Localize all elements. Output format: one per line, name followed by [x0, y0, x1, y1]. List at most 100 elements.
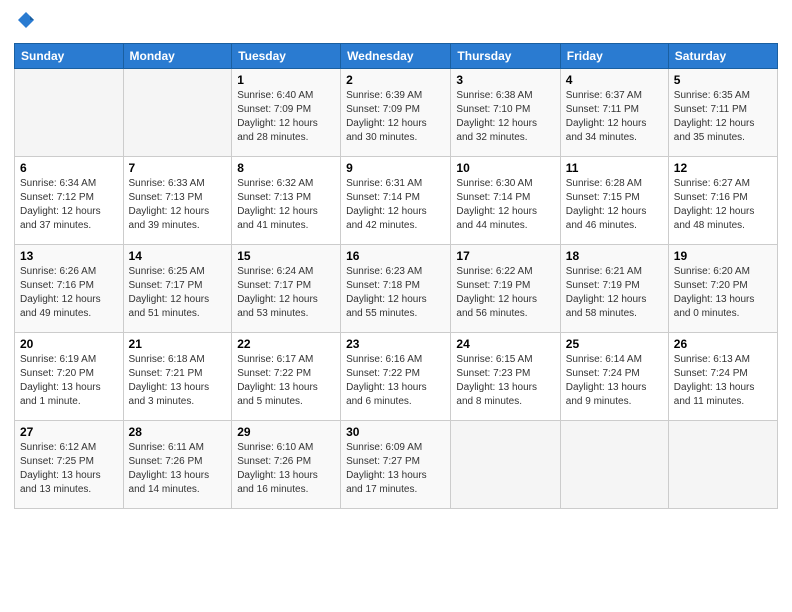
- day-header-thursday: Thursday: [451, 43, 560, 68]
- day-info: Sunrise: 6:23 AM Sunset: 7:18 PM Dayligh…: [346, 265, 445, 321]
- day-info: Sunrise: 6:13 AM Sunset: 7:24 PM Dayligh…: [674, 353, 772, 409]
- day-info: Sunrise: 6:17 AM Sunset: 7:22 PM Dayligh…: [237, 353, 335, 409]
- calendar-cell: 13Sunrise: 6:26 AM Sunset: 7:16 PM Dayli…: [15, 244, 124, 332]
- day-number: 14: [129, 249, 227, 263]
- day-info: Sunrise: 6:32 AM Sunset: 7:13 PM Dayligh…: [237, 177, 335, 233]
- calendar-cell: 8 Sunrise: 6:32 AM Sunset: 7:13 PM Daylig…: [232, 156, 341, 244]
- day-info: Sunrise: 6:12 AM Sunset: 7:25 PM Dayligh…: [20, 441, 118, 497]
- day-number: 1: [237, 73, 335, 87]
- day-info: Sunrise: 6:40 AM Sunset: 7:09 PM Dayligh…: [237, 89, 335, 145]
- day-number: 15: [237, 249, 335, 263]
- main-container: SundayMondayTuesdayWednesdayThursdayFrid…: [0, 0, 792, 517]
- calendar-cell: 26 Sunrise: 6:13 AM Sunset: 7:24 PM Dayli…: [668, 332, 777, 420]
- calendar-cell: 12Sunrise: 6:27 AM Sunset: 7:16 PM Dayli…: [668, 156, 777, 244]
- day-number: 5: [674, 73, 772, 87]
- day-info: Sunrise: 6:31 AM Sunset: 7:14 PM Dayligh…: [346, 177, 445, 233]
- logo: [14, 10, 36, 35]
- day-info: Sunrise: 6:25 AM Sunset: 7:17 PM Dayligh…: [129, 265, 227, 321]
- day-number: 28: [129, 425, 227, 439]
- day-header-monday: Monday: [123, 43, 232, 68]
- day-header-wednesday: Wednesday: [341, 43, 451, 68]
- day-info: Sunrise: 6:09 AM Sunset: 7:27 PM Dayligh…: [346, 441, 445, 497]
- calendar-week-3: 13Sunrise: 6:26 AM Sunset: 7:16 PM Dayli…: [15, 244, 778, 332]
- day-number: 8: [237, 161, 335, 175]
- day-info: Sunrise: 6:30 AM Sunset: 7:14 PM Dayligh…: [456, 177, 554, 233]
- day-info: Sunrise: 6:28 AM Sunset: 7:15 PM Dayligh…: [566, 177, 663, 233]
- day-number: 23: [346, 337, 445, 351]
- calendar-cell: 16 Sunrise: 6:23 AM Sunset: 7:18 PM Dayli…: [341, 244, 451, 332]
- day-number: 18: [566, 249, 663, 263]
- calendar-cell: 5 Sunrise: 6:35 AM Sunset: 7:11 PM Daylig…: [668, 68, 777, 156]
- calendar-body: 1 Sunrise: 6:40 AM Sunset: 7:09 PM Daylig…: [15, 68, 778, 508]
- day-number: 27: [20, 425, 118, 439]
- day-header-tuesday: Tuesday: [232, 43, 341, 68]
- calendar-cell: 4 Sunrise: 6:37 AM Sunset: 7:11 PM Daylig…: [560, 68, 668, 156]
- day-number: 16: [346, 249, 445, 263]
- calendar-table: SundayMondayTuesdayWednesdayThursdayFrid…: [14, 43, 778, 509]
- day-info: Sunrise: 6:35 AM Sunset: 7:11 PM Dayligh…: [674, 89, 772, 145]
- day-info: Sunrise: 6:11 AM Sunset: 7:26 PM Dayligh…: [129, 441, 227, 497]
- calendar-cell: 11 Sunrise: 6:28 AM Sunset: 7:15 PM Dayli…: [560, 156, 668, 244]
- calendar-cell: 29 Sunrise: 6:10 AM Sunset: 7:26 PM Dayli…: [232, 420, 341, 508]
- calendar-cell: [451, 420, 560, 508]
- day-info: Sunrise: 6:14 AM Sunset: 7:24 PM Dayligh…: [566, 353, 663, 409]
- day-number: 2: [346, 73, 445, 87]
- calendar-header: SundayMondayTuesdayWednesdayThursdayFrid…: [15, 43, 778, 68]
- logo-icon: [16, 10, 36, 30]
- calendar-week-2: 6 Sunrise: 6:34 AM Sunset: 7:12 PM Daylig…: [15, 156, 778, 244]
- day-info: Sunrise: 6:37 AM Sunset: 7:11 PM Dayligh…: [566, 89, 663, 145]
- day-number: 11: [566, 161, 663, 175]
- calendar-cell: 22 Sunrise: 6:17 AM Sunset: 7:22 PM Dayli…: [232, 332, 341, 420]
- day-number: 6: [20, 161, 118, 175]
- day-info: Sunrise: 6:38 AM Sunset: 7:10 PM Dayligh…: [456, 89, 554, 145]
- day-number: 24: [456, 337, 554, 351]
- day-header-sunday: Sunday: [15, 43, 124, 68]
- day-info: Sunrise: 6:39 AM Sunset: 7:09 PM Dayligh…: [346, 89, 445, 145]
- calendar-cell: 9 Sunrise: 6:31 AM Sunset: 7:14 PM Daylig…: [341, 156, 451, 244]
- days-header-row: SundayMondayTuesdayWednesdayThursdayFrid…: [15, 43, 778, 68]
- day-info: Sunrise: 6:24 AM Sunset: 7:17 PM Dayligh…: [237, 265, 335, 321]
- calendar-cell: 24Sunrise: 6:15 AM Sunset: 7:23 PM Dayli…: [451, 332, 560, 420]
- calendar-cell: 6 Sunrise: 6:34 AM Sunset: 7:12 PM Daylig…: [15, 156, 124, 244]
- calendar-cell: 17Sunrise: 6:22 AM Sunset: 7:19 PM Dayli…: [451, 244, 560, 332]
- day-number: 25: [566, 337, 663, 351]
- day-info: Sunrise: 6:18 AM Sunset: 7:21 PM Dayligh…: [129, 353, 227, 409]
- calendar-cell: 28 Sunrise: 6:11 AM Sunset: 7:26 PM Dayli…: [123, 420, 232, 508]
- calendar-cell: 10Sunrise: 6:30 AM Sunset: 7:14 PM Dayli…: [451, 156, 560, 244]
- calendar-cell: 21 Sunrise: 6:18 AM Sunset: 7:21 PM Dayli…: [123, 332, 232, 420]
- day-info: Sunrise: 6:26 AM Sunset: 7:16 PM Dayligh…: [20, 265, 118, 321]
- day-number: 21: [129, 337, 227, 351]
- calendar-cell: 25 Sunrise: 6:14 AM Sunset: 7:24 PM Dayli…: [560, 332, 668, 420]
- calendar-cell: 27 Sunrise: 6:12 AM Sunset: 7:25 PM Dayli…: [15, 420, 124, 508]
- day-number: 3: [456, 73, 554, 87]
- header: [14, 10, 778, 35]
- calendar-cell: 3 Sunrise: 6:38 AM Sunset: 7:10 PM Daylig…: [451, 68, 560, 156]
- day-header-friday: Friday: [560, 43, 668, 68]
- calendar-cell: 15 Sunrise: 6:24 AM Sunset: 7:17 PM Dayli…: [232, 244, 341, 332]
- calendar-cell: 18Sunrise: 6:21 AM Sunset: 7:19 PM Dayli…: [560, 244, 668, 332]
- day-info: Sunrise: 6:10 AM Sunset: 7:26 PM Dayligh…: [237, 441, 335, 497]
- day-number: 4: [566, 73, 663, 87]
- day-number: 9: [346, 161, 445, 175]
- day-number: 17: [456, 249, 554, 263]
- calendar-cell: 30 Sunrise: 6:09 AM Sunset: 7:27 PM Dayli…: [341, 420, 451, 508]
- day-info: Sunrise: 6:33 AM Sunset: 7:13 PM Dayligh…: [129, 177, 227, 233]
- day-info: Sunrise: 6:19 AM Sunset: 7:20 PM Dayligh…: [20, 353, 118, 409]
- day-number: 7: [129, 161, 227, 175]
- day-number: 26: [674, 337, 772, 351]
- calendar-cell: [668, 420, 777, 508]
- calendar-cell: 20Sunrise: 6:19 AM Sunset: 7:20 PM Dayli…: [15, 332, 124, 420]
- calendar-week-5: 27 Sunrise: 6:12 AM Sunset: 7:25 PM Dayli…: [15, 420, 778, 508]
- logo-text: [14, 10, 36, 35]
- day-number: 29: [237, 425, 335, 439]
- day-number: 30: [346, 425, 445, 439]
- calendar-week-1: 1 Sunrise: 6:40 AM Sunset: 7:09 PM Daylig…: [15, 68, 778, 156]
- day-info: Sunrise: 6:34 AM Sunset: 7:12 PM Dayligh…: [20, 177, 118, 233]
- day-info: Sunrise: 6:20 AM Sunset: 7:20 PM Dayligh…: [674, 265, 772, 321]
- calendar-cell: 2 Sunrise: 6:39 AM Sunset: 7:09 PM Daylig…: [341, 68, 451, 156]
- day-info: Sunrise: 6:16 AM Sunset: 7:22 PM Dayligh…: [346, 353, 445, 409]
- day-number: 22: [237, 337, 335, 351]
- calendar-cell: [123, 68, 232, 156]
- calendar-cell: [560, 420, 668, 508]
- calendar-cell: 7 Sunrise: 6:33 AM Sunset: 7:13 PM Daylig…: [123, 156, 232, 244]
